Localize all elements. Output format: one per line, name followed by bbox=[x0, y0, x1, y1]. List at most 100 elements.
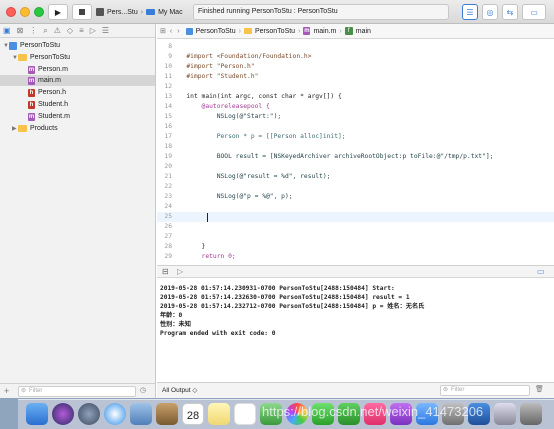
breadcrumb-project[interactable]: PersonToStu bbox=[196, 28, 236, 35]
code-line: 9 #import <Foundation/Foundation.h> bbox=[157, 52, 554, 62]
tree-item-student-m[interactable]: m Student.m bbox=[28, 111, 70, 122]
panels-button[interactable]: ▭ bbox=[522, 4, 546, 20]
test-icon[interactable]: ◇ bbox=[67, 26, 73, 35]
safari-icon[interactable] bbox=[104, 403, 126, 425]
code-line: 12 bbox=[157, 82, 554, 92]
related-items-icon[interactable]: ⊞ bbox=[160, 27, 166, 35]
mac-icon bbox=[146, 9, 156, 15]
line-number: 13 bbox=[164, 93, 172, 100]
navigator-filter-input[interactable]: ⊜ Filter bbox=[18, 386, 136, 397]
filter-icon: ⊜ bbox=[21, 388, 27, 394]
tree-item-student-h[interactable]: h Student.h bbox=[28, 99, 68, 110]
zoom-window-button[interactable] bbox=[34, 7, 44, 17]
downloads-icon[interactable] bbox=[494, 403, 516, 425]
console-output[interactable]: 2019-05-28 01:57:14.230931-0700 PersonTo… bbox=[157, 278, 554, 382]
code-line: 19 BOOL result = [NSKeyedArchiver archiv… bbox=[157, 152, 554, 162]
code-text: return 0; bbox=[186, 253, 236, 260]
line-number: 17 bbox=[164, 133, 172, 140]
folder-tab-icon[interactable]: ▣ bbox=[3, 26, 11, 35]
tree-item-person-m[interactable]: m Person.m bbox=[28, 64, 68, 75]
stop-button[interactable] bbox=[72, 4, 92, 20]
trash-dock-icon[interactable] bbox=[520, 403, 542, 425]
m-file-icon: m bbox=[28, 65, 35, 74]
reminders-icon[interactable] bbox=[234, 403, 256, 425]
source-control-icon[interactable]: ⊠ bbox=[17, 26, 24, 35]
hierarchy-icon[interactable]: ⋮ bbox=[29, 26, 37, 35]
back-icon[interactable]: ‹ bbox=[170, 28, 172, 35]
title-bar: ▶ Pers...Stu › My Mac Finished running P… bbox=[0, 0, 554, 24]
tree-item-group[interactable]: ▼ PersonToStu bbox=[12, 52, 70, 63]
output-selector[interactable]: All Output ◇ bbox=[162, 386, 197, 394]
calendar-icon[interactable]: 28 bbox=[182, 403, 204, 425]
siri-icon[interactable] bbox=[52, 403, 74, 425]
code-text: Person * p = [[Person alloc]init]; bbox=[186, 133, 346, 140]
code-text: BOOL result = [NSKeyedArchiver archiveRo… bbox=[186, 153, 494, 160]
add-icon[interactable]: + bbox=[4, 386, 9, 396]
code-line: 13 int main(int argc, const char * argv[… bbox=[157, 92, 554, 102]
breadcrumb-group[interactable]: PersonToStu bbox=[255, 28, 295, 35]
hide-debug-area-icon[interactable]: ⊟ bbox=[162, 267, 169, 276]
launchpad-icon[interactable] bbox=[78, 403, 100, 425]
finder-icon[interactable] bbox=[26, 403, 48, 425]
console-split-icon[interactable]: ▭ bbox=[537, 267, 545, 276]
filter-placeholder: Filter bbox=[451, 387, 465, 393]
close-window-button[interactable] bbox=[6, 7, 16, 17]
h-file-icon: h bbox=[28, 88, 35, 97]
search-icon[interactable]: ⌕ bbox=[43, 26, 47, 36]
minimize-window-button[interactable] bbox=[20, 7, 30, 17]
breakpoints-icon[interactable]: ▷ bbox=[177, 267, 183, 276]
scheme-selector[interactable]: Pers...Stu › My Mac bbox=[96, 4, 183, 20]
assistant-editor-button[interactable]: ◎ bbox=[482, 4, 498, 20]
tree-item-main-m[interactable]: m main.m bbox=[0, 75, 155, 86]
debug-icon[interactable]: ≡ bbox=[79, 26, 84, 35]
console-line: Program ended with exit code: 0 bbox=[160, 330, 276, 337]
tree-item-label: Person.h bbox=[38, 89, 67, 96]
code-text: NSLog(@"Start:"); bbox=[186, 113, 282, 120]
chevron-right-icon: › bbox=[339, 27, 342, 35]
chevron-right-icon: › bbox=[238, 27, 241, 35]
notes-icon[interactable] bbox=[208, 403, 230, 425]
text-cursor bbox=[207, 213, 208, 222]
m-file-icon: m bbox=[28, 76, 35, 85]
standard-editor-button[interactable]: ☰ bbox=[462, 4, 478, 20]
scheme-target-label: Pers...Stu bbox=[107, 8, 138, 16]
activity-status: Finished running PersonToStu : PersonToS… bbox=[193, 4, 449, 20]
recent-icon[interactable]: ◷ bbox=[140, 386, 146, 394]
tree-item-project[interactable]: ▼ PersonToStu bbox=[3, 40, 60, 51]
folder-icon bbox=[244, 28, 252, 34]
run-button[interactable]: ▶ bbox=[48, 4, 68, 20]
contacts-icon[interactable] bbox=[156, 403, 178, 425]
trash-icon[interactable]: 🗑 bbox=[535, 385, 544, 393]
tree-item-products[interactable]: ▶ Products bbox=[12, 123, 58, 134]
source-editor[interactable]: 8 9 #import <Foundation/Foundation.h> 10… bbox=[157, 39, 554, 265]
forward-icon[interactable]: › bbox=[177, 28, 179, 35]
code-line: 24 bbox=[157, 202, 554, 212]
tree-item-person-h[interactable]: h Person.h bbox=[28, 87, 66, 98]
warning-icon[interactable]: ⚠ bbox=[54, 26, 61, 35]
scheme-icon bbox=[96, 8, 104, 16]
tree-item-label: main.m bbox=[38, 77, 61, 84]
line-number: 9 bbox=[168, 53, 172, 60]
report-icon[interactable]: ☰ bbox=[102, 26, 109, 35]
code-line: 8 bbox=[157, 42, 554, 52]
breakpoint-icon[interactable]: ▷ bbox=[90, 26, 96, 35]
debug-bar: ⊟ ▷ ▭ bbox=[157, 265, 554, 278]
code-text: NSLog(@"p = %@", p); bbox=[186, 193, 293, 200]
version-editor-button[interactable]: ⇆ bbox=[502, 4, 518, 20]
calendar-day: 28 bbox=[186, 410, 200, 422]
breadcrumb-file[interactable]: main.m bbox=[313, 28, 336, 35]
m-file-icon: m bbox=[28, 112, 35, 121]
line-number: 14 bbox=[164, 103, 172, 110]
play-icon: ▶ bbox=[54, 7, 62, 17]
line-number: 25 bbox=[164, 213, 172, 220]
code-line: 21 NSLog(@"result = %d", result); bbox=[157, 172, 554, 182]
breadcrumb-symbol[interactable]: main bbox=[356, 28, 371, 35]
line-number: 19 bbox=[164, 153, 172, 160]
code-line: 22 bbox=[157, 182, 554, 192]
project-navigator: ▣ ⊠ ⋮ ⌕ ⚠ ◇ ≡ ▷ ☰ ▼ PersonToStu ▼ Person… bbox=[0, 24, 156, 398]
mail-icon[interactable] bbox=[130, 403, 152, 425]
tree-item-label: Person.m bbox=[38, 66, 68, 73]
console-filter-input[interactable]: ⊜ Filter bbox=[440, 385, 530, 396]
tree-item-label: Student.h bbox=[38, 101, 68, 108]
line-number: 27 bbox=[164, 233, 172, 240]
